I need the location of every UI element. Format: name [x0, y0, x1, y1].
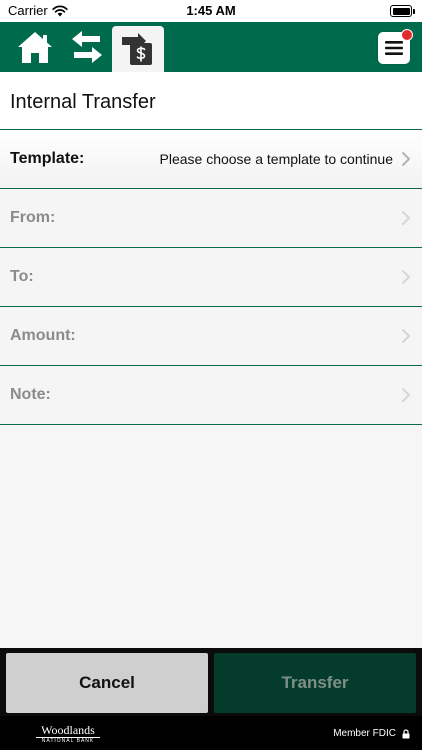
fdic-notice: Member FDIC — [333, 728, 410, 739]
battery-icon — [390, 5, 415, 17]
to-label: To: — [10, 268, 34, 285]
nav-bar — [0, 22, 422, 72]
logo-sub-text: NATIONAL BANK — [36, 737, 100, 744]
chevron-right-icon — [402, 152, 410, 166]
note-label: Note: — [10, 386, 51, 403]
status-bar: Carrier 1:45 AM — [0, 0, 422, 22]
page-header: Internal Transfer — [0, 72, 422, 130]
cancel-button[interactable]: Cancel — [6, 653, 208, 713]
chevron-right-icon — [402, 211, 410, 225]
amount-label: Amount: — [10, 327, 76, 344]
logo-main-text: Woodlands — [41, 723, 95, 737]
chevron-right-icon — [402, 270, 410, 284]
transfer-button[interactable]: Transfer — [214, 653, 416, 713]
action-bar: Cancel Transfer — [0, 648, 422, 716]
bank-logo: Woodlands NATIONAL BANK — [36, 724, 100, 744]
template-value: Please choose a template to continue — [159, 151, 394, 167]
page-title: Internal Transfer — [10, 91, 156, 113]
from-row[interactable]: From: — [0, 189, 422, 248]
menu-icon — [385, 41, 403, 55]
chevron-right-icon — [402, 388, 410, 402]
internal-transfer-tab[interactable] — [112, 26, 164, 72]
lock-icon — [402, 728, 410, 738]
template-label: Template: — [10, 150, 85, 167]
chevron-right-icon — [402, 329, 410, 343]
home-icon — [18, 32, 52, 63]
transfer-dollar-icon — [122, 33, 152, 65]
footer: Woodlands NATIONAL BANK Member FDIC — [0, 716, 422, 750]
transfer-arrows-icon — [72, 31, 102, 63]
notification-badge — [401, 29, 413, 41]
menu-button[interactable] — [378, 29, 413, 64]
to-row[interactable]: To: — [0, 248, 422, 307]
home-button[interactable] — [12, 22, 58, 72]
transfers-button[interactable] — [66, 22, 108, 72]
from-label: From: — [10, 209, 56, 226]
note-row[interactable]: Note: — [0, 366, 422, 425]
amount-row[interactable]: Amount: — [0, 307, 422, 366]
template-row[interactable]: Template: Please choose a template to co… — [0, 130, 422, 189]
fdic-label: Member FDIC — [333, 728, 396, 739]
status-time: 1:45 AM — [186, 3, 236, 18]
